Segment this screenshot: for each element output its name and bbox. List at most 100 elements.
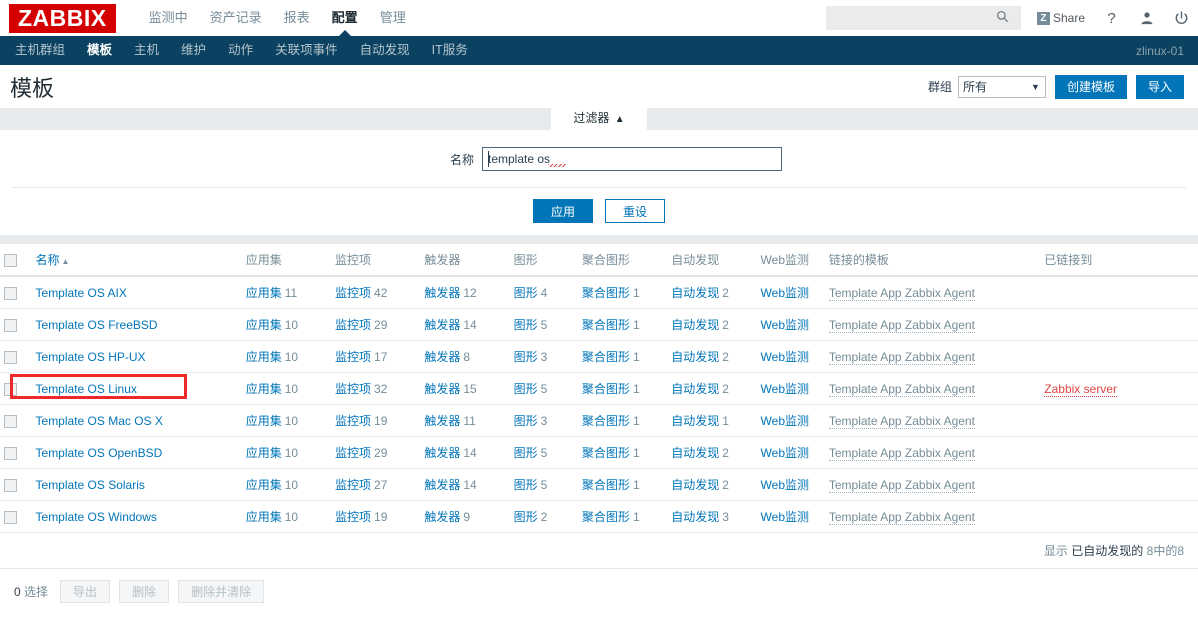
discovery-link[interactable]: 自动发现	[671, 382, 719, 396]
triggers-link[interactable]: 触发器	[424, 446, 460, 460]
triggers-link[interactable]: 触发器	[424, 286, 460, 300]
nav-item-configuration[interactable]: 配置	[321, 0, 369, 37]
row-checkbox[interactable]	[4, 478, 17, 492]
web-link[interactable]: Web监测	[761, 350, 809, 364]
graphs-link[interactable]: 图形	[514, 286, 538, 300]
search-input[interactable]	[825, 7, 991, 29]
template-name-link[interactable]: Template OS Windows	[36, 510, 157, 524]
triggers-link[interactable]: 触发器	[424, 350, 460, 364]
applications-link[interactable]: 应用集	[246, 382, 282, 396]
subnav-item-discovery[interactable]: 自动发现	[349, 36, 421, 65]
user-icon[interactable]	[1138, 11, 1155, 25]
graphs-link[interactable]: 图形	[514, 318, 538, 332]
linked-template-link[interactable]: Template App Zabbix Agent	[828, 381, 975, 397]
subnav-item-hosts[interactable]: 主机	[123, 36, 170, 65]
discovery-link[interactable]: 自动发现	[671, 446, 719, 460]
items-link[interactable]: 监控项	[335, 446, 371, 460]
applications-link[interactable]: 应用集	[246, 510, 282, 524]
filter-tab[interactable]: 过滤器 ▲	[551, 107, 647, 130]
zabbix-logo[interactable]: ZABBIX	[9, 3, 116, 33]
row-checkbox[interactable]	[4, 510, 17, 524]
subnav-item-maintenance[interactable]: 维护	[170, 36, 217, 65]
subnav-item-hostgroups[interactable]: 主机群组	[4, 36, 76, 65]
screens-link[interactable]: 聚合图形	[582, 510, 630, 524]
template-name-link[interactable]: Template OS FreeBSD	[36, 318, 158, 332]
template-name-link[interactable]: Template OS Solaris	[36, 478, 145, 492]
share-button[interactable]: Z Share	[1036, 11, 1085, 25]
power-icon[interactable]	[1173, 10, 1190, 26]
web-link[interactable]: Web监测	[761, 382, 809, 396]
column-header-name[interactable]: 名称 ▲	[31, 244, 242, 277]
linked-template-link[interactable]: Template App Zabbix Agent	[828, 349, 975, 365]
web-link[interactable]: Web监测	[761, 286, 809, 300]
template-name-link[interactable]: Template OS AIX	[36, 286, 127, 300]
group-select[interactable]: 所有 ▼	[957, 75, 1046, 98]
graphs-link[interactable]: 图形	[514, 350, 538, 364]
screens-link[interactable]: 聚合图形	[582, 350, 630, 364]
linked-to-link[interactable]: Zabbix server	[1044, 381, 1117, 397]
discovery-link[interactable]: 自动发现	[671, 510, 719, 524]
template-name-link[interactable]: Template OS Mac OS X	[36, 414, 163, 428]
web-link[interactable]: Web监测	[761, 318, 809, 332]
applications-link[interactable]: 应用集	[246, 414, 282, 428]
discovery-link[interactable]: 自动发现	[671, 414, 719, 428]
triggers-link[interactable]: 触发器	[424, 318, 460, 332]
nav-item-administration[interactable]: 管理	[369, 0, 417, 36]
nav-item-monitoring[interactable]: 监测中	[138, 0, 199, 36]
apply-button[interactable]: 应用	[532, 199, 593, 223]
web-link[interactable]: Web监测	[761, 414, 809, 428]
triggers-link[interactable]: 触发器	[424, 510, 460, 524]
screens-link[interactable]: 聚合图形	[582, 446, 630, 460]
linked-template-link[interactable]: Template App Zabbix Agent	[828, 285, 975, 301]
select-all-checkbox[interactable]	[4, 253, 17, 267]
screens-link[interactable]: 聚合图形	[582, 286, 630, 300]
items-link[interactable]: 监控项	[335, 318, 371, 332]
discovery-link[interactable]: 自动发现	[671, 286, 719, 300]
filter-name-input[interactable]	[482, 147, 782, 171]
reset-button[interactable]: 重设	[605, 199, 666, 223]
linked-template-link[interactable]: Template App Zabbix Agent	[828, 413, 975, 429]
global-search[interactable]	[825, 6, 1021, 30]
triggers-link[interactable]: 触发器	[424, 478, 460, 492]
items-link[interactable]: 监控项	[335, 510, 371, 524]
create-template-button[interactable]: 创建模板	[1054, 74, 1127, 99]
row-checkbox[interactable]	[4, 382, 17, 396]
items-link[interactable]: 监控项	[335, 286, 371, 300]
items-link[interactable]: 监控项	[335, 478, 371, 492]
nav-item-inventory[interactable]: 资产记录	[199, 0, 273, 36]
subnav-item-actions[interactable]: 动作	[217, 36, 264, 65]
web-link[interactable]: Web监测	[761, 478, 809, 492]
screens-link[interactable]: 聚合图形	[582, 382, 630, 396]
screens-link[interactable]: 聚合图形	[582, 414, 630, 428]
export-button[interactable]: 导出	[60, 580, 111, 603]
discovery-link[interactable]: 自动发现	[671, 350, 719, 364]
applications-link[interactable]: 应用集	[246, 478, 282, 492]
screens-link[interactable]: 聚合图形	[582, 318, 630, 332]
graphs-link[interactable]: 图形	[514, 446, 538, 460]
web-link[interactable]: Web监测	[761, 510, 809, 524]
linked-template-link[interactable]: Template App Zabbix Agent	[828, 317, 975, 333]
graphs-link[interactable]: 图形	[514, 414, 538, 428]
help-icon[interactable]: ?	[1103, 10, 1120, 27]
graphs-link[interactable]: 图形	[514, 382, 538, 396]
applications-link[interactable]: 应用集	[246, 318, 282, 332]
items-link[interactable]: 监控项	[335, 414, 371, 428]
linked-template-link[interactable]: Template App Zabbix Agent	[828, 445, 975, 461]
web-link[interactable]: Web监测	[761, 446, 809, 460]
subnav-item-itservices[interactable]: IT服务	[421, 36, 479, 65]
applications-link[interactable]: 应用集	[246, 286, 282, 300]
row-checkbox[interactable]	[4, 414, 17, 428]
delete-button[interactable]: 删除	[119, 580, 170, 603]
delete-and-clear-button[interactable]: 删除并清除	[178, 580, 265, 603]
template-name-link[interactable]: Template OS HP-UX	[36, 350, 146, 364]
subnav-item-templates[interactable]: 模板	[76, 36, 123, 65]
graphs-link[interactable]: 图形	[514, 510, 538, 524]
row-checkbox[interactable]	[4, 350, 17, 364]
row-checkbox[interactable]	[4, 318, 17, 332]
triggers-link[interactable]: 触发器	[424, 382, 460, 396]
search-icon[interactable]	[991, 10, 1015, 26]
screens-link[interactable]: 聚合图形	[582, 478, 630, 492]
items-link[interactable]: 监控项	[335, 350, 371, 364]
linked-template-link[interactable]: Template App Zabbix Agent	[828, 477, 975, 493]
triggers-link[interactable]: 触发器	[424, 414, 460, 428]
